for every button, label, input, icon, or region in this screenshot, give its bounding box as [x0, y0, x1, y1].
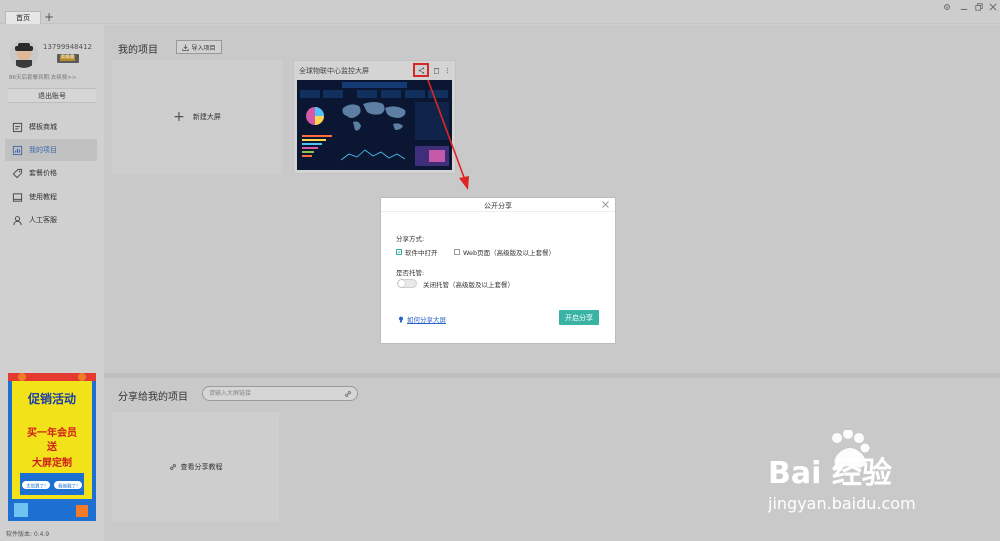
download-icon	[182, 43, 190, 51]
vip-expiry-note[interactable]: 86天后套餐到期,去续费>>	[9, 73, 76, 81]
user-phone: 13799948412	[43, 43, 92, 51]
sidebar-item-label: 使用教程	[29, 193, 57, 201]
plus-icon: +	[173, 109, 185, 125]
sidebar-item-pricing[interactable]: 套餐价格	[0, 162, 104, 184]
watermark-url: jingyan.baidu.com	[768, 494, 916, 513]
sidebar-item-label: 人工客服	[29, 216, 57, 224]
software-checkbox[interactable]	[396, 249, 402, 255]
promo-btn-left[interactable]: 太划算了!	[26, 483, 46, 490]
logout-button[interactable]: 退出账号	[8, 88, 96, 103]
restore-icon[interactable]	[973, 1, 985, 13]
delete-icon[interactable]	[433, 67, 440, 74]
book-icon	[12, 192, 23, 202]
share-icon	[418, 66, 424, 74]
settings-icon[interactable]	[941, 1, 953, 13]
lightbulb-icon	[399, 316, 403, 322]
hosting-label: 是否托管:	[396, 269, 425, 277]
price-tag-icon	[12, 168, 23, 178]
bar-chart-icon	[12, 145, 23, 155]
checkmark-icon	[397, 250, 401, 254]
tutorial-label: 查看分享教程	[180, 463, 223, 471]
shared-link-input[interactable]	[209, 388, 339, 399]
web-checkbox[interactable]	[454, 249, 460, 255]
template-store-icon	[12, 122, 23, 132]
dialog-header: 公开分享	[381, 198, 615, 212]
more-icon[interactable]	[444, 67, 451, 74]
sidebar-item-template-store[interactable]: 模板商城	[0, 116, 104, 138]
add-tab-button[interactable]: +	[43, 10, 55, 24]
project-card-actions	[413, 63, 451, 77]
import-label: 导入项目	[191, 44, 216, 52]
how-to-share-link[interactable]: 如何分享大屏	[398, 314, 446, 324]
minimize-icon[interactable]	[958, 1, 970, 13]
hosting-toggle[interactable]	[397, 279, 417, 288]
promo-line3: 大屏定制	[32, 456, 72, 469]
close-icon	[602, 201, 609, 208]
project-thumbnail[interactable]	[297, 80, 452, 170]
option-software[interactable]: 软件中打开	[396, 247, 438, 257]
shared-link-search	[202, 386, 358, 401]
user-icon	[13, 215, 22, 225]
hosting-option-label: 关闭托管（高级版及以上套餐）	[423, 281, 514, 289]
promo-btn-right[interactable]: 我被戳了!	[58, 483, 78, 490]
new-screen-card[interactable]: + 新建大屏	[112, 60, 282, 174]
link-icon[interactable]	[344, 390, 352, 398]
option-web[interactable]: Web页面（高级版及以上套餐）	[454, 247, 555, 257]
sidebar-item-label: 套餐价格	[29, 169, 57, 177]
sidebar-item-tutorial[interactable]: 使用教程	[0, 186, 104, 208]
toggle-knob	[398, 280, 405, 287]
sidebar-item-my-projects[interactable]: 我的项目	[5, 139, 97, 161]
dialog-close-button[interactable]	[601, 200, 610, 209]
share-button[interactable]	[413, 63, 429, 77]
how-to-share-label: 如何分享大屏	[407, 316, 446, 324]
my-projects-title: 我的项目	[118, 45, 158, 56]
vip-badge: 高级版	[57, 54, 79, 63]
shared-projects-title: 分享给我的项目	[118, 392, 188, 403]
promo-banner[interactable]: 促销活动 买一年会员 送 大屏定制 太划算了! 我被戳了!	[8, 373, 96, 521]
start-sharing-button[interactable]: 开启分享	[559, 310, 599, 325]
option-software-label: 软件中打开	[405, 249, 438, 257]
share-tutorial-card[interactable]: 查看分享教程	[112, 412, 279, 522]
link-icon	[169, 464, 176, 470]
new-screen-label: 新建大屏	[192, 113, 221, 121]
sidebar-item-label: 我的项目	[29, 146, 57, 154]
dialog-title: 公开分享	[484, 202, 512, 210]
share-method-label: 分享方式:	[396, 235, 425, 243]
version-label: 软件版本: 0.4.9	[6, 531, 50, 538]
title-bar	[0, 0, 1000, 24]
option-web-label: Web页面（高级版及以上套餐）	[463, 249, 556, 257]
tab-home[interactable]: 首页	[5, 11, 41, 24]
promo-line2: 送	[46, 440, 58, 453]
project-title: 全球物联中心监控大屏	[299, 67, 369, 75]
close-window-icon[interactable]	[987, 1, 999, 13]
promo-line1: 买一年会员	[27, 426, 77, 439]
import-project-button[interactable]: 导入项目	[176, 40, 222, 54]
promo-title: 促销活动	[27, 391, 76, 406]
share-dialog: 公开分享 分享方式: 软件中打开 Web页面（高级版及以上套餐） 是否托管: 关…	[381, 198, 615, 343]
sidebar-item-label: 模板商城	[29, 123, 57, 131]
sidebar-item-support[interactable]: 人工客服	[0, 209, 104, 231]
avatar[interactable]	[10, 40, 38, 68]
watermark-brand: Bai 经验	[768, 456, 892, 491]
